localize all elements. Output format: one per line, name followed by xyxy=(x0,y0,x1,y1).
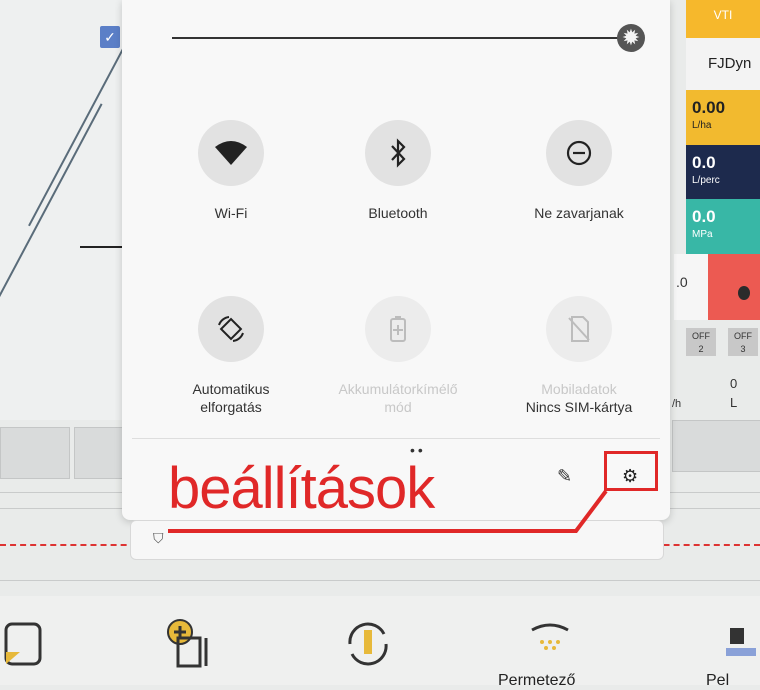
annotation-highlight-box xyxy=(604,451,658,491)
annotation-callout-line xyxy=(168,489,608,533)
annotation-label: beállítások xyxy=(168,456,435,521)
